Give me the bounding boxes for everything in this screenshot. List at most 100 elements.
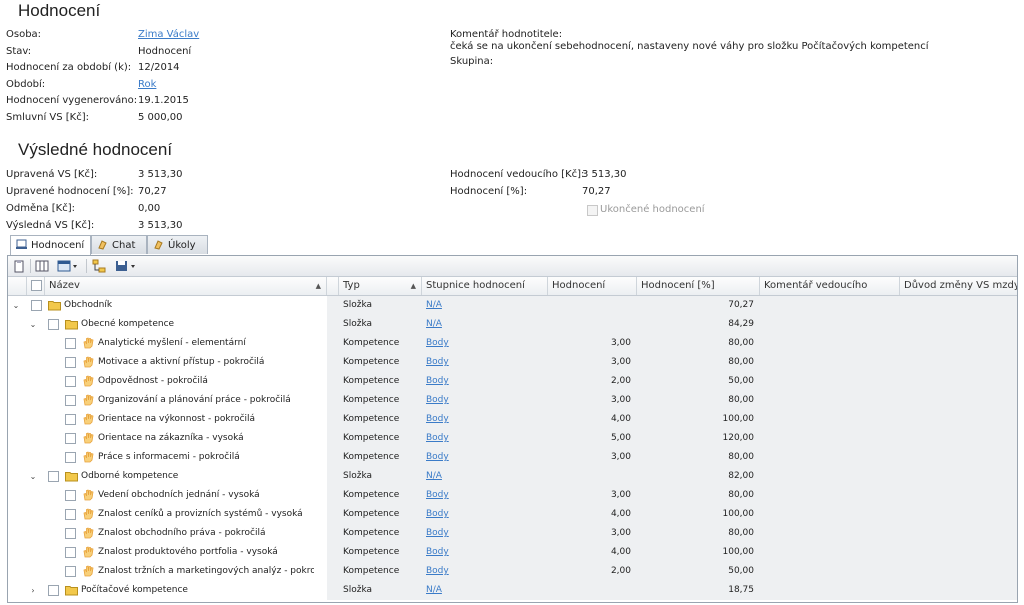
col-header-comment[interactable]: Komentář vedoucího (760, 277, 900, 295)
row-scale-link[interactable]: Body (426, 376, 449, 386)
row-reason[interactable] (900, 334, 1017, 353)
row-scale-link[interactable]: N/A (426, 319, 442, 329)
row-reason[interactable] (900, 429, 1017, 448)
row-comment[interactable] (760, 448, 900, 467)
competence-row[interactable]: Organizování a plánování práce - pokroči… (8, 391, 1017, 410)
row-reason[interactable] (900, 372, 1017, 391)
row-checkbox[interactable] (65, 452, 76, 463)
row-comment[interactable] (760, 353, 900, 372)
row-comment[interactable] (760, 410, 900, 429)
row-comment[interactable] (760, 543, 900, 562)
col-header-score[interactable]: Hodnocení (548, 277, 637, 295)
tab-ukoly[interactable]: Úkoly (147, 235, 208, 254)
row-scale-link[interactable]: Body (426, 509, 449, 519)
clipboard-icon[interactable] (12, 259, 26, 273)
row-checkbox[interactable] (65, 433, 76, 444)
row-checkbox[interactable] (65, 509, 76, 520)
save-dropdown-icon[interactable] (114, 259, 138, 273)
tab-hodnoceni[interactable]: Hodnocení (10, 235, 91, 256)
col-header-scale[interactable]: Stupnice hodnocení (422, 277, 548, 295)
competence-row[interactable]: Motivace a aktivní přístup - pokročilá Ko… (8, 353, 1017, 372)
row-scale-link[interactable]: Body (426, 395, 449, 405)
col-header-type[interactable]: Typ ▲ (339, 277, 422, 295)
folder-row[interactable]: › Počítačové kompetence Složka N/A 18,75 (8, 581, 1017, 600)
collapse-arrow-icon[interactable]: ⌄ (28, 315, 38, 334)
row-reason[interactable] (900, 486, 1017, 505)
competence-row[interactable]: Vedení obchodních jednání - vysoká Kompet… (8, 486, 1017, 505)
row-checkbox[interactable] (65, 395, 76, 406)
finished-checkbox[interactable] (587, 205, 598, 216)
row-reason[interactable] (900, 581, 1017, 600)
columns-icon[interactable] (35, 259, 49, 273)
info-link[interactable]: Rok (138, 79, 156, 91)
row-reason[interactable] (900, 296, 1017, 315)
row-scale-link[interactable]: N/A (426, 300, 442, 310)
row-checkbox[interactable] (65, 566, 76, 577)
row-checkbox[interactable] (48, 585, 59, 596)
row-checkbox[interactable] (65, 414, 76, 425)
row-scale-link[interactable]: Body (426, 566, 449, 576)
folder-row[interactable]: ⌄ Odborné kompetence Složka N/A 82,00 (8, 467, 1017, 486)
row-reason[interactable] (900, 562, 1017, 581)
row-reason[interactable] (900, 467, 1017, 486)
row-checkbox[interactable] (65, 528, 76, 539)
row-reason[interactable] (900, 410, 1017, 429)
collapse-arrow-icon[interactable]: ⌄ (11, 296, 21, 315)
row-scale-link[interactable]: N/A (426, 585, 442, 595)
row-scale-link[interactable]: Body (426, 547, 449, 557)
row-reason[interactable] (900, 505, 1017, 524)
row-comment[interactable] (760, 524, 900, 543)
competence-row[interactable]: Znalost tržních a marketingových analýz … (8, 562, 1017, 581)
row-reason[interactable] (900, 543, 1017, 562)
info-link[interactable]: Zima Václav (138, 29, 199, 41)
row-scale-link[interactable]: Body (426, 528, 449, 538)
row-checkbox[interactable] (65, 490, 76, 501)
col-header-name[interactable]: Název ▲ (45, 277, 327, 295)
folder-row[interactable]: ⌄ Obchodník Složka N/A 70,27 (8, 296, 1017, 315)
row-scale-link[interactable]: Body (426, 414, 449, 424)
row-scale-link[interactable]: Body (426, 490, 449, 500)
row-comment[interactable] (760, 296, 900, 315)
row-checkbox[interactable] (65, 357, 76, 368)
row-checkbox[interactable] (48, 471, 59, 482)
tab-chat[interactable]: Chat (91, 235, 147, 254)
row-reason[interactable] (900, 315, 1017, 334)
row-comment[interactable] (760, 334, 900, 353)
row-scale-link[interactable]: Body (426, 338, 449, 348)
row-comment[interactable] (760, 486, 900, 505)
competence-row[interactable]: Znalost ceníků a provizních systémů - vy… (8, 505, 1017, 524)
row-comment[interactable] (760, 467, 900, 486)
select-all-checkbox[interactable] (31, 280, 42, 291)
row-comment[interactable] (760, 581, 900, 600)
col-header-percent[interactable]: Hodnocení [%] (637, 277, 760, 295)
row-checkbox[interactable] (48, 319, 59, 330)
competence-row[interactable]: Znalost obchodního práva - pokročilá Komp… (8, 524, 1017, 543)
row-reason[interactable] (900, 524, 1017, 543)
competence-row[interactable]: Práce s informacemi - pokročilá Kompetenc… (8, 448, 1017, 467)
row-comment[interactable] (760, 505, 900, 524)
competence-row[interactable]: Odpovědnost - pokročilá Kompetence Body 2,0… (8, 372, 1017, 391)
row-comment[interactable] (760, 391, 900, 410)
row-scale-link[interactable]: Body (426, 357, 449, 367)
row-comment[interactable] (760, 562, 900, 581)
row-checkbox[interactable] (65, 338, 76, 349)
row-checkbox[interactable] (31, 300, 42, 311)
row-comment[interactable] (760, 429, 900, 448)
row-reason[interactable] (900, 353, 1017, 372)
competence-row[interactable]: Znalost produktového portfolia - vysoká K… (8, 543, 1017, 562)
col-header-reason[interactable]: Důvod změny VS mzdy (900, 277, 1017, 295)
competence-row[interactable]: Analytické myšlení - elementární Kompeten… (8, 334, 1017, 353)
competence-row[interactable]: Orientace na výkonnost - pokročilá Kompet… (8, 410, 1017, 429)
view-dropdown-icon[interactable] (57, 259, 79, 273)
expand-arrow-icon[interactable]: › (28, 581, 38, 600)
row-checkbox[interactable] (65, 376, 76, 387)
row-scale-link[interactable]: Body (426, 452, 449, 462)
competence-row[interactable]: Orientace na zákazníka - vysoká Kompetenc… (8, 429, 1017, 448)
header-select-col[interactable] (27, 277, 45, 295)
row-scale-link[interactable]: Body (426, 433, 449, 443)
row-comment[interactable] (760, 315, 900, 334)
row-scale-link[interactable]: N/A (426, 471, 442, 481)
folder-row[interactable]: ⌄ Obecné kompetence Složka N/A 84,29 (8, 315, 1017, 334)
row-checkbox[interactable] (65, 547, 76, 558)
row-comment[interactable] (760, 372, 900, 391)
